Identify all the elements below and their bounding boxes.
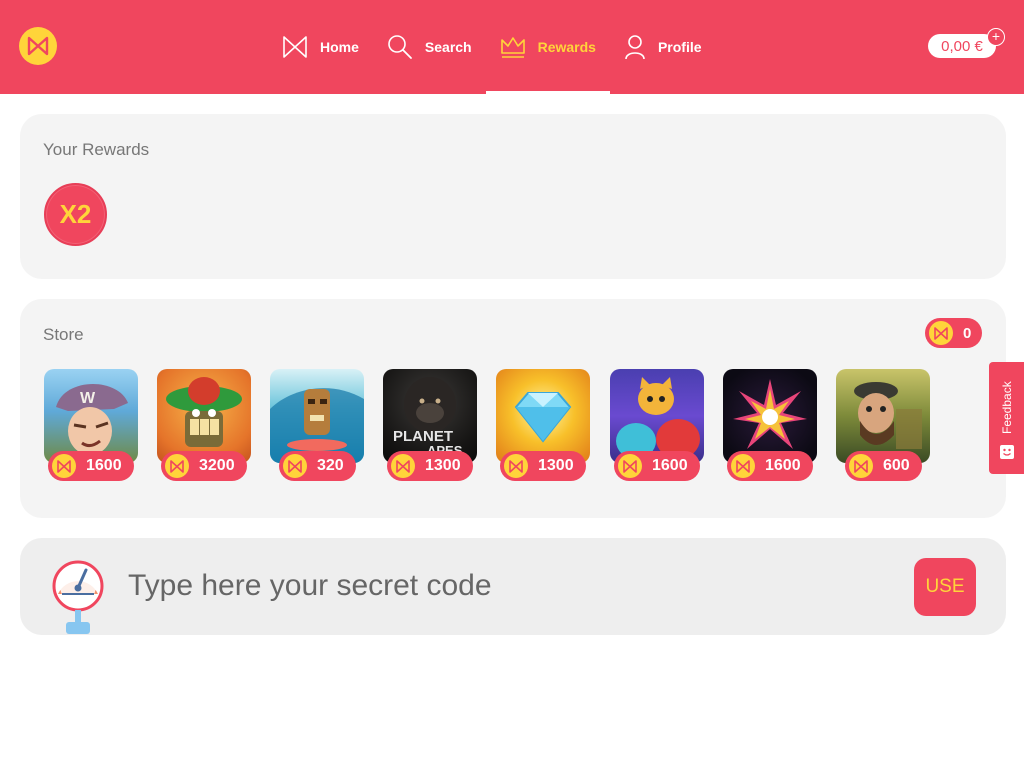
- coin-icon: [165, 454, 189, 478]
- coin-icon: [731, 454, 755, 478]
- crown-icon: [500, 35, 526, 59]
- rewards-title: Your Rewards: [43, 140, 150, 159]
- user-icon: [624, 34, 646, 60]
- tiki-surf-game-icon[interactable]: [270, 369, 364, 463]
- store-game[interactable]: 3200: [157, 369, 251, 483]
- game-price-value: 1300: [425, 457, 461, 474]
- coin-icon: [283, 454, 307, 478]
- game-price: 1300: [387, 451, 473, 481]
- store-game[interactable]: 320: [270, 369, 364, 483]
- wild-pirate-game-icon[interactable]: W: [44, 369, 138, 463]
- starburst-game-icon[interactable]: [723, 369, 817, 463]
- cats-game-icon[interactable]: [610, 369, 704, 463]
- bowtie-icon: [282, 35, 308, 59]
- planet-of-the-apes-game-icon[interactable]: PLANET APES: [383, 369, 477, 463]
- game-price-value: 1600: [86, 457, 122, 474]
- rewards-card: Your Rewards X2: [20, 114, 1006, 279]
- main-nav: Home Search Rewards Profile: [268, 0, 716, 94]
- game-price: 1300: [500, 451, 586, 481]
- diamond-game-icon[interactable]: [496, 369, 590, 463]
- coin-icon: [504, 454, 528, 478]
- game-price-value: 1600: [652, 457, 688, 474]
- nav-search-label: Search: [424, 39, 472, 55]
- game-price-value: 320: [317, 457, 344, 474]
- coin-icon: [52, 454, 76, 478]
- store-card: Store 0 W 1600 3200 320 PLANET 1300 1300…: [20, 299, 1006, 518]
- nav-home-label: Home: [320, 39, 359, 55]
- logo-icon[interactable]: [19, 27, 57, 65]
- coin-icon: [618, 454, 642, 478]
- coin-icon: [391, 454, 415, 478]
- feedback-icon: [1000, 445, 1014, 459]
- svg-text:W: W: [80, 390, 96, 407]
- feedback-tab[interactable]: Feedback: [989, 362, 1024, 474]
- store-game[interactable]: 600: [836, 369, 930, 483]
- nav-profile[interactable]: Profile: [610, 0, 716, 94]
- game-price: 3200: [161, 451, 247, 481]
- store-game[interactable]: PLANET APES 1300: [383, 369, 477, 483]
- game-price-value: 1300: [538, 457, 574, 474]
- nav-rewards[interactable]: Rewards: [485, 0, 611, 94]
- game-price: 600: [845, 451, 922, 481]
- nav-profile-label: Profile: [657, 39, 702, 55]
- coin-icon: [929, 321, 953, 345]
- game-price: 1600: [614, 451, 700, 481]
- game-price-value: 3200: [199, 457, 235, 474]
- balance-display[interactable]: 0,00 €: [928, 34, 996, 58]
- game-price: 1600: [48, 451, 134, 481]
- points-balance: 0: [925, 318, 982, 348]
- nav-search[interactable]: Search: [373, 0, 486, 94]
- x2-reward-badge[interactable]: X2: [44, 183, 107, 246]
- gauge-icon: [50, 560, 106, 641]
- game-price-value: 1600: [765, 457, 801, 474]
- sombrero-slot-game-icon[interactable]: [157, 369, 251, 463]
- points-value: 0: [963, 324, 972, 342]
- secret-code-input[interactable]: [128, 558, 888, 614]
- store-game[interactable]: 1600: [723, 369, 817, 483]
- store-game[interactable]: 1600: [610, 369, 704, 483]
- game-price-value: 600: [883, 457, 910, 474]
- game-price: 1600: [727, 451, 813, 481]
- search-icon: [387, 34, 413, 60]
- nav-home[interactable]: Home: [268, 0, 373, 94]
- store-game[interactable]: 1300: [496, 369, 590, 483]
- secret-code-card: USE: [20, 538, 1006, 635]
- nav-rewards-label: Rewards: [537, 39, 596, 55]
- store-title: Store: [43, 325, 84, 344]
- gonzo-explorer-game-icon[interactable]: [836, 369, 930, 463]
- add-funds-button[interactable]: +: [987, 28, 1005, 46]
- store-game[interactable]: W 1600: [44, 369, 138, 483]
- feedback-label: Feedback: [1000, 381, 1014, 434]
- game-price: 320: [279, 451, 356, 481]
- top-header: Home Search Rewards Profile 0,00 € +: [0, 0, 1024, 94]
- use-code-button[interactable]: USE: [914, 558, 976, 616]
- coin-icon: [849, 454, 873, 478]
